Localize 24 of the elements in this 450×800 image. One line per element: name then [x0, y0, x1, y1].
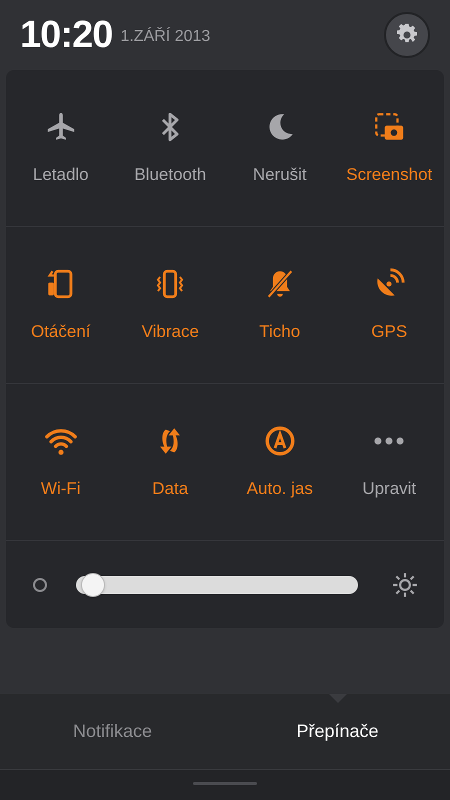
toggle-button[interactable]: Nerušit [225, 70, 334, 226]
auto-brightness-icon [262, 424, 297, 458]
toggle-button[interactable]: Letadlo [6, 70, 116, 226]
drag-handle[interactable] [193, 782, 257, 785]
toggle-button[interactable]: Ticho [225, 227, 334, 383]
clock-time: 10:20 [20, 16, 112, 54]
brightness-slider[interactable] [76, 572, 358, 596]
toggle-button[interactable]: Otáčení [6, 227, 116, 383]
toggle-button[interactable]: Vibrace [116, 227, 225, 383]
toggle-button[interactable]: Wi-Fi [6, 384, 116, 540]
tab[interactable]: Přepínače [225, 694, 450, 769]
toggle-button[interactable]: GPS [334, 227, 444, 383]
more-icon [374, 437, 404, 445]
toggle-button[interactable]: Data [116, 384, 225, 540]
date-text: 1.ZÁŘÍ 2013 [120, 26, 210, 47]
toggle-button[interactable]: Auto. jas [225, 384, 334, 540]
toggle-button[interactable]: Upravit [334, 384, 444, 540]
tab[interactable]: Notifikace [0, 694, 225, 769]
settings-button[interactable] [384, 12, 430, 58]
toggle-button[interactable]: Bluetooth [116, 70, 225, 226]
dim-brightness-icon [32, 576, 48, 592]
sun-icon [392, 572, 418, 598]
slider-thumb[interactable] [81, 572, 106, 596]
toggle-button[interactable]: Screenshot [334, 70, 444, 226]
